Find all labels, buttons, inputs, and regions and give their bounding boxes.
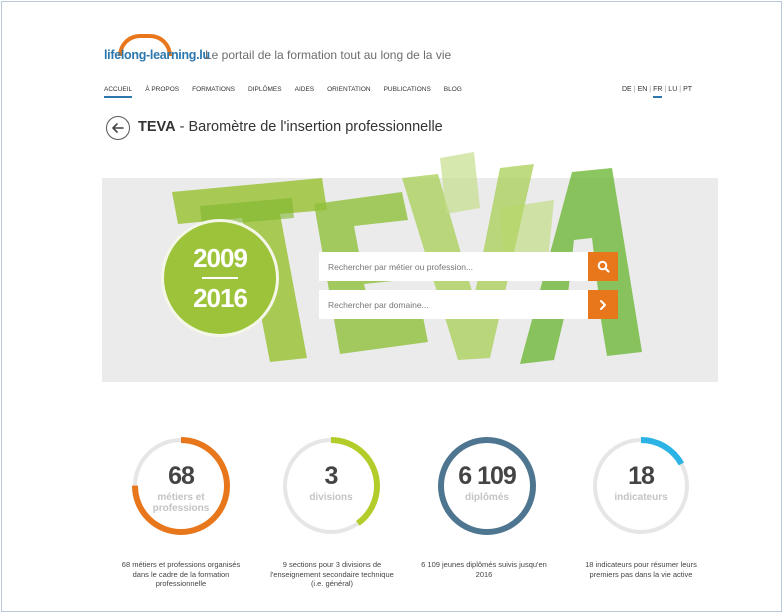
domain-search: Rechercher par domaine... (319, 290, 618, 319)
stat-description: 18 indicateurs pour résumer leurs premie… (585, 560, 697, 579)
profession-search: Rechercher par métier ou profession... (319, 252, 618, 281)
stat-label: diplômés (465, 492, 509, 503)
lang-pt[interactable]: PT (683, 86, 692, 98)
lang-separator: | (679, 86, 682, 93)
chevron-right-icon (600, 299, 606, 310)
year-divider (202, 277, 238, 279)
stat-value: 3 (324, 462, 339, 490)
stat-label: divisions (309, 492, 353, 503)
stat-label: métiers et professions (152, 492, 210, 514)
page-title: TEVA - Baromètre de l'insertion professi… (138, 119, 443, 135)
domain-go-button[interactable] (588, 290, 618, 319)
nav-item-formations[interactable]: FORMATIONS (192, 86, 235, 98)
site-logo[interactable]: lifelong-learning.lu (104, 34, 214, 64)
lang-separator: | (633, 86, 636, 93)
lang-separator: | (664, 86, 667, 93)
lang-en[interactable]: EN (638, 86, 648, 98)
nav-item-blog[interactable]: BLOG (444, 86, 462, 98)
page-title-rest: - Baromètre de l'insertion professionnel… (175, 119, 443, 135)
stat-value: 18 (628, 462, 655, 490)
lang-separator: | (649, 86, 652, 93)
year-end: 2016 (193, 283, 248, 313)
stat-description: 68 métiers et professions organisés dans… (121, 560, 241, 588)
stat-description: 6 109 jeunes diplômés suivis jusqu'en 20… (421, 560, 547, 579)
nav-item-publications[interactable]: PUBLICATIONS (384, 86, 431, 98)
search-icon (597, 260, 610, 273)
domain-search-input[interactable]: Rechercher par domaine... (319, 290, 588, 319)
search-button[interactable] (588, 252, 618, 281)
main-nav: ACCUEIL À PROPOS FORMATIONS DIPLÔMES AID… (104, 86, 475, 98)
lang-fr[interactable]: FR (653, 86, 663, 98)
nav-item-diplomes[interactable]: DIPLÔMES (248, 86, 282, 98)
logo-text: lifelong-learning.lu (104, 48, 210, 62)
language-switcher: DE | EN | FR | LU | PT (622, 86, 692, 98)
lang-lu[interactable]: LU (668, 86, 677, 98)
site-tagline: Le portail de la formation tout au long … (205, 48, 452, 62)
nav-item-aides[interactable]: AIDES (295, 86, 315, 98)
arrow-left-icon (112, 123, 124, 133)
stat-label: indicateurs (614, 492, 668, 503)
nav-item-a-propos[interactable]: À PROPOS (145, 86, 179, 98)
stat-description: 9 sections pour 3 divisions de l'enseign… (270, 560, 394, 588)
stat-value: 6 109 (458, 462, 517, 490)
year-start: 2009 (193, 243, 248, 273)
back-button[interactable] (106, 116, 130, 140)
stat-value: 68 (168, 462, 195, 490)
profession-search-input[interactable]: Rechercher par métier ou profession... (319, 252, 588, 281)
page-title-bold: TEVA (138, 119, 176, 135)
nav-item-accueil[interactable]: ACCUEIL (104, 86, 133, 98)
nav-item-orientation[interactable]: ORIENTATION (327, 86, 370, 98)
year-range-badge: 2009 2016 (164, 222, 276, 334)
lang-de[interactable]: DE (622, 86, 632, 98)
